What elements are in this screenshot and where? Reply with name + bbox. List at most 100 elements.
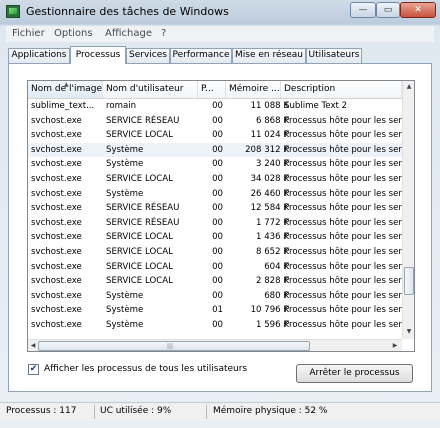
process-description: Processus hôte pour les ser: [284, 246, 402, 257]
process-user-name: SERVICE RÉSEAU: [106, 115, 180, 126]
process-image-name: svchost.exe: [31, 246, 82, 257]
column-header-row: Nom de l'image ▲ Nom d'utilisateur P... …: [28, 81, 402, 99]
menu-affichage[interactable]: Affichage: [105, 28, 152, 39]
maximize-button[interactable]: ▭: [376, 2, 400, 18]
process-user-name: Système: [106, 319, 144, 330]
process-description: Processus hôte pour les ser: [284, 173, 402, 184]
title-bar: Gestionnaire des tâches de Windows — ▭ ✕: [0, 0, 440, 24]
table-row[interactable]: svchost.exe Système 00 208 312 K Processus h…: [28, 142, 402, 158]
process-image-name: svchost.exe: [31, 144, 82, 155]
process-image-name: svchost.exe: [31, 188, 82, 199]
process-memory: 680 K: [264, 290, 289, 301]
process-description: Sublime Text 2: [284, 101, 348, 111]
horizontal-scrollbar[interactable]: ◀ ||| ▶: [28, 339, 402, 351]
table-row[interactable]: svchost.exe SERVICE LOCAL 00 1 436 K Process…: [28, 230, 402, 245]
scroll-left-arrow-icon[interactable]: ◀: [28, 341, 38, 351]
process-image-name: svchost.exe: [31, 276, 82, 287]
menu-options[interactable]: Options: [54, 28, 93, 39]
table-row[interactable]: svchost.exe SERVICE LOCAL 00 11 024 K Proces…: [28, 128, 402, 143]
vertical-scrollbar[interactable]: ▲ ▼: [402, 81, 414, 339]
table-row[interactable]: svchost.exe SERVICE LOCAL 00 8 652 K Process…: [28, 245, 402, 260]
table-row[interactable]: svchost.exe SERVICE RÉSEAU 00 1 772 K Proces…: [28, 216, 402, 231]
minimize-button[interactable]: —: [350, 2, 376, 18]
menu-help[interactable]: ?: [161, 28, 166, 39]
process-image-name: sublime_text...: [31, 101, 95, 111]
process-description: Processus hôte pour les ser: [284, 290, 402, 301]
process-user-name: Système: [106, 305, 144, 316]
task-manager-window: Gestionnaire des tâches de Windows — ▭ ✕…: [0, 0, 440, 428]
process-description: Processus hôte pour les ser: [284, 159, 402, 170]
table-row[interactable]: svchost.exe Système 00 26 460 K Processus hô…: [28, 187, 402, 202]
tab-services[interactable]: Services: [126, 48, 170, 63]
tab-processus[interactable]: Processus: [70, 46, 126, 64]
process-cpu: 00: [212, 261, 223, 272]
process-memory: 1 596 K: [256, 319, 289, 330]
table-row[interactable]: sublime_text... romain 00 11 088 K Sublime T…: [28, 99, 402, 114]
process-memory: 2 828 K: [256, 276, 289, 287]
process-memory: 6 868 K: [256, 115, 289, 126]
task-manager-app-icon: [6, 5, 20, 18]
table-row[interactable]: svchost.exe SERVICE LOCAL 00 34 028 K Proces…: [28, 172, 402, 187]
checkmark-icon: ✔: [29, 364, 38, 374]
process-cpu: 00: [212, 217, 223, 228]
process-list[interactable]: Nom de l'image ▲ Nom d'utilisateur P... …: [27, 80, 415, 352]
process-user-name: SERVICE LOCAL: [106, 261, 173, 272]
scroll-right-arrow-icon[interactable]: ▶: [390, 341, 400, 351]
process-cpu: 00: [212, 232, 223, 243]
table-row[interactable]: svchost.exe Système 00 680 K Processus hôte …: [28, 289, 402, 304]
column-header-description[interactable]: Description: [281, 81, 402, 98]
table-row[interactable]: svchost.exe SERVICE LOCAL 00 604 K Processus…: [28, 260, 402, 275]
process-description: Processus hôte pour les ser: [284, 115, 402, 126]
status-cpu-usage: UC utilisée : 9%: [100, 406, 172, 416]
tab-performance[interactable]: Performance: [170, 48, 232, 63]
process-description: Processus hôte pour les ser: [284, 305, 402, 316]
process-description: Processus hôte pour les ser: [284, 203, 402, 214]
tab-applications[interactable]: Applications: [8, 48, 70, 63]
process-image-name: svchost.exe: [31, 115, 82, 126]
process-memory: 1 436 K: [256, 232, 289, 243]
scroll-down-arrow-icon[interactable]: ▼: [404, 327, 414, 337]
table-row[interactable]: svchost.exe Système 00 3 240 K Processus hôt…: [28, 157, 402, 172]
scroll-up-arrow-icon[interactable]: ▲: [404, 82, 414, 92]
process-user-name: SERVICE RÉSEAU: [106, 217, 180, 228]
table-row[interactable]: svchost.exe Système 01 10 796 K Processus hô…: [28, 303, 402, 318]
status-divider: [94, 405, 95, 419]
process-image-name: svchost.exe: [31, 173, 82, 184]
process-memory: 12 584 K: [250, 203, 289, 214]
process-cpu: 00: [212, 290, 223, 301]
process-memory: 604 K: [264, 261, 289, 272]
tab-mise-en-reseau[interactable]: Mise en réseau: [232, 48, 306, 63]
horizontal-scroll-thumb[interactable]: |||: [38, 341, 310, 351]
table-row[interactable]: svchost.exe SERVICE LOCAL 00 2 828 K Process…: [28, 274, 402, 289]
process-cpu: 00: [212, 203, 223, 214]
show-all-users-checkbox[interactable]: ✔: [28, 364, 39, 375]
process-cpu: 00: [212, 115, 223, 126]
tab-utilisateurs[interactable]: Utilisateurs: [306, 48, 362, 63]
table-row[interactable]: svchost.exe SERVICE RÉSEAU 00 6 868 K Proces…: [28, 114, 402, 129]
column-header-cpu[interactable]: P...: [198, 81, 226, 98]
process-memory: 8 652 K: [256, 246, 289, 257]
table-row[interactable]: svchost.exe SERVICE RÉSEAU 00 12 584 K Proce…: [28, 201, 402, 216]
process-memory: 10 796 K: [250, 305, 289, 316]
vertical-scroll-thumb[interactable]: [404, 267, 414, 295]
status-bar: Processus : 117 UC utilisée : 9% Mémoire…: [0, 402, 440, 421]
column-header-user-name[interactable]: Nom d'utilisateur: [103, 81, 198, 98]
show-all-users-label: Afficher les processus de tous les utili…: [44, 364, 248, 374]
column-header-memory[interactable]: Mémoire ...: [226, 81, 281, 98]
status-divider: [206, 405, 207, 419]
process-user-name: Système: [106, 159, 144, 170]
process-memory: 26 460 K: [250, 188, 289, 199]
process-description: Processus hôte pour les ser: [284, 188, 402, 199]
table-row[interactable]: svchost.exe Système 00 1 596 K Processus hôt…: [28, 318, 402, 333]
menu-fichier[interactable]: Fichier: [12, 28, 45, 39]
process-user-name: SERVICE LOCAL: [106, 276, 173, 287]
process-description: Processus hôte pour les ser: [284, 217, 402, 228]
process-description: Processus hôte pour les ser: [284, 144, 402, 155]
close-button[interactable]: ✕: [400, 2, 436, 18]
process-image-name: svchost.exe: [31, 290, 82, 301]
end-process-button[interactable]: Arrêter le processus: [296, 364, 413, 383]
sort-ascending-icon: ▲: [64, 81, 69, 88]
process-memory: 11 024 K: [250, 130, 289, 141]
window-title: Gestionnaire des tâches de Windows: [26, 5, 229, 18]
process-user-name: SERVICE LOCAL: [106, 130, 173, 141]
